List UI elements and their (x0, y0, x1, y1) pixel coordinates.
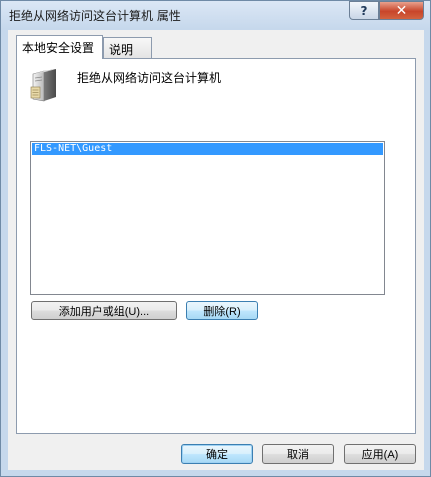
help-button[interactable]: ? (349, 1, 379, 20)
policy-title: 拒绝从网络访问这台计算机 (77, 71, 222, 85)
properties-window: 拒绝从网络访问这台计算机 属性 ? ✕ 本地安全设置 说明 拒绝从网络访问这台计… (0, 0, 431, 477)
tab-local-security-setting[interactable]: 本地安全设置 (16, 35, 103, 59)
close-button[interactable]: ✕ (379, 1, 424, 20)
window-title: 拒绝从网络访问这台计算机 属性 (9, 9, 181, 23)
ok-button[interactable]: 确定 (181, 444, 253, 464)
title-bar[interactable]: 拒绝从网络访问这台计算机 属性 ? ✕ (1, 1, 430, 29)
accounts-listbox[interactable]: FLS-NET\Guest (30, 141, 385, 295)
list-item[interactable]: FLS-NET\Guest (32, 143, 383, 155)
close-icon: ✕ (395, 2, 408, 19)
remove-button[interactable]: 删除(R) (186, 301, 258, 320)
help-icon: ? (360, 3, 368, 18)
tab-panel: 拒绝从网络访问这台计算机 FLS-NET\Guest 添加用户或组(U)... … (16, 58, 416, 434)
add-user-or-group-button[interactable]: 添加用户或组(U)... (31, 301, 177, 320)
server-icon (30, 69, 56, 102)
cancel-button[interactable]: 取消 (262, 444, 334, 464)
dialog-client-area: 本地安全设置 说明 拒绝从网络访问这台计算机 FLS-NET\Guest 添加用… (8, 30, 424, 470)
tab-explain[interactable]: 说明 (103, 37, 152, 58)
apply-button[interactable]: 应用(A) (344, 444, 416, 464)
